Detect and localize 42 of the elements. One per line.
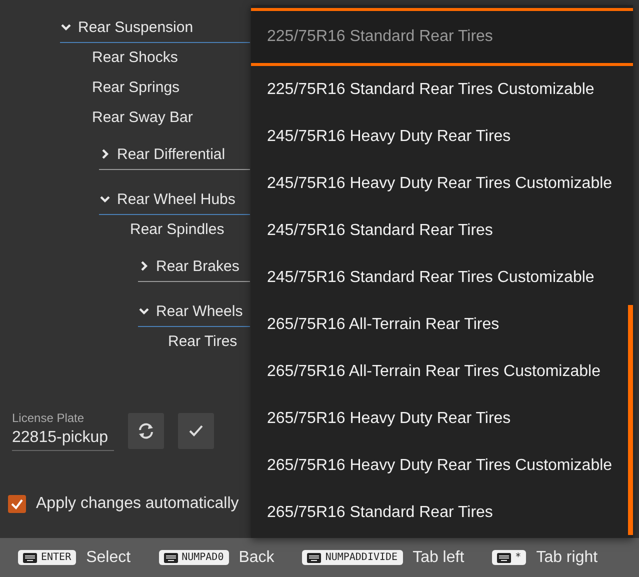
chevron-icon (60, 21, 72, 33)
checkbox-label: Apply changes automatically (36, 495, 239, 513)
dropdown-option[interactable]: 265/75R16 Heavy Duty Rear Tires (251, 395, 627, 442)
tree-item[interactable]: Rear Springs (92, 73, 250, 103)
key-badge: NUMPAD0 (158, 550, 229, 565)
refresh-icon (136, 421, 156, 441)
checkbox[interactable] (8, 495, 26, 513)
dropdown-option[interactable]: 265/75R16 Heavy Duty Rear Tires Customizable (251, 442, 627, 489)
tree-item[interactable]: Rear Spindles (130, 215, 250, 245)
chevron-icon (99, 148, 111, 160)
chevron-icon (99, 193, 111, 205)
tree-node[interactable]: Rear Wheels (138, 296, 250, 327)
hint-label: Tab left (412, 548, 464, 566)
dropdown-option[interactable]: 265/75R16 All-Terrain Rear Tires (251, 301, 627, 348)
dropdown-option[interactable]: 265/75R16 Standard Rear Tires (251, 489, 627, 536)
tree-item[interactable]: Rear Shocks (92, 43, 250, 73)
key-badge: NUMPADDIVIDE (302, 550, 403, 565)
field-label: License Plate (12, 411, 86, 425)
tree-item[interactable]: Rear Tires (168, 327, 250, 357)
refresh-button[interactable] (128, 413, 164, 449)
tree-item[interactable]: Rear Sway Bar (92, 103, 250, 133)
chevron-icon (138, 260, 150, 272)
hint-label: Select (86, 548, 131, 566)
tree-node[interactable]: Rear Wheel Hubs (99, 184, 250, 215)
license-plate-field[interactable]: License Plate 22815-pickup (12, 411, 114, 451)
dropdown-option[interactable]: 245/75R16 Standard Rear Tires (251, 207, 627, 254)
dropdown-option[interactable]: 225/75R16 Standard Rear Tires Customizable (251, 66, 627, 113)
tree-node[interactable]: Rear Suspension (60, 12, 250, 43)
confirm-button[interactable] (178, 413, 214, 449)
dropdown-option[interactable]: 265/75R16 All-Terrain Rear Tires Customizable (251, 348, 627, 395)
dropdown-value[interactable]: 225/75R16 Standard Rear Tires (251, 8, 633, 66)
scrollbar-thumb[interactable] (628, 305, 633, 535)
key-badge: ENTER (18, 550, 76, 565)
hint-label: Tab right (536, 548, 598, 566)
dropdown-option[interactable]: 245/75R16 Heavy Duty Rear Tires (251, 113, 627, 160)
hint-label: Back (238, 548, 274, 566)
key-badge: * (492, 550, 526, 565)
dropdown-option[interactable]: 245/75R16 Standard Rear Tires Customizable (251, 254, 627, 301)
chevron-icon (138, 305, 150, 317)
tree-node[interactable]: Rear Differential (99, 139, 250, 170)
dropdown-option[interactable]: 245/75R16 Heavy Duty Rear Tires Customizable (251, 160, 627, 207)
tree-node[interactable]: Rear Brakes (138, 251, 250, 282)
